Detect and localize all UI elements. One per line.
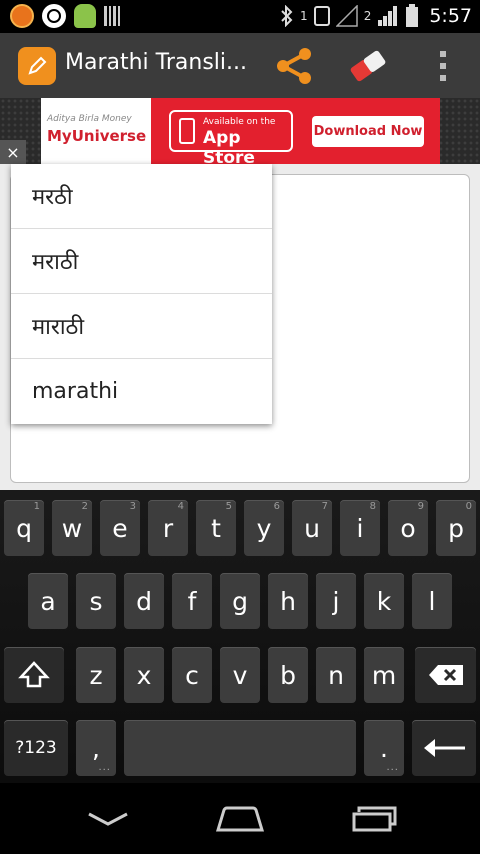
ad-download-button[interactable]: Download Now <box>312 116 424 147</box>
symbols-key[interactable]: ?123 <box>4 720 68 776</box>
ad-brand-small: Aditya Birla Money <box>47 114 132 124</box>
key-h[interactable]: h <box>268 573 308 629</box>
clear-button[interactable] <box>343 43 393 89</box>
enter-icon <box>424 739 465 757</box>
phone-sim-icon <box>313 6 330 26</box>
key-a[interactable]: a <box>28 573 68 629</box>
eraser-icon <box>350 50 386 82</box>
key-hint: 2 <box>81 501 88 512</box>
key-j[interactable]: j <box>316 573 356 629</box>
signal-empty-icon <box>335 5 358 27</box>
key-l[interactable]: l <box>412 573 452 629</box>
shift-key[interactable] <box>4 647 64 703</box>
app-title: Marathi Transli... <box>65 50 248 75</box>
suggestion-item[interactable]: मराठी <box>11 229 272 294</box>
barcode-icon <box>104 6 120 26</box>
key-t[interactable]: t5 <box>196 500 236 556</box>
ad-brand: MyUniverse <box>47 127 147 145</box>
share-button[interactable] <box>270 43 318 89</box>
key-c[interactable]: c <box>172 647 212 703</box>
overflow-menu-icon[interactable] <box>425 43 461 89</box>
suggestion-list: मरठी मराठी माराठी marathi <box>11 164 272 424</box>
app-pencil-icon[interactable] <box>18 47 56 85</box>
key-hint: 9 <box>417 501 424 512</box>
share-icon <box>277 48 311 84</box>
key-u[interactable]: u7 <box>292 500 332 556</box>
period-key[interactable]: .... <box>364 720 404 776</box>
key-hint: 3 <box>129 501 136 512</box>
key-i[interactable]: i8 <box>340 500 380 556</box>
suggestion-item[interactable]: marathi <box>11 359 272 424</box>
key-hint: 8 <box>369 501 376 512</box>
key-b[interactable]: b <box>268 647 308 703</box>
android-debug-icon <box>74 4 96 28</box>
key-d[interactable]: d <box>124 573 164 629</box>
key-q[interactable]: q1 <box>4 500 44 556</box>
recents-icon <box>352 806 397 832</box>
ad-banner-area: Aditya Birla Money MyUniverse Available … <box>0 98 480 168</box>
backspace-key[interactable] <box>415 647 476 703</box>
ad-close-button[interactable]: × <box>0 140 26 164</box>
signal-bars-icon <box>378 6 398 26</box>
whatsapp-icon <box>42 4 66 28</box>
key-hint: 5 <box>225 501 232 512</box>
ad-store-text: App Store <box>203 128 255 168</box>
bluetooth-icon <box>281 5 293 27</box>
key-z[interactable]: z <box>76 647 116 703</box>
recents-button[interactable] <box>345 801 405 837</box>
suggestion-item[interactable]: माराठी <box>11 294 272 359</box>
battery-icon <box>406 4 419 27</box>
comma-key[interactable]: ,... <box>76 720 116 776</box>
key-hint: 1 <box>33 501 40 512</box>
suggestion-item[interactable]: मरठी <box>11 164 272 229</box>
back-button[interactable] <box>78 801 138 837</box>
soft-keyboard: ?123 ,... .... q1w2e3r4t5y6u7i8o9p0 asdfg… <box>0 490 480 783</box>
ad-available-text: Available on the <box>203 117 276 127</box>
sim1-label: 1 <box>300 9 308 23</box>
shift-icon <box>18 661 50 688</box>
ad-banner[interactable]: Aditya Birla Money MyUniverse Available … <box>41 98 440 168</box>
key-hint: 7 <box>321 501 328 512</box>
key-r[interactable]: r4 <box>148 500 188 556</box>
key-e[interactable]: e3 <box>100 500 140 556</box>
key-hint: 6 <box>273 501 280 512</box>
screen: 1 2 5:57 Marathi Transli... Aditya Birla… <box>0 0 480 854</box>
sim2-label: 2 <box>363 9 372 23</box>
status-time: 5:57 <box>429 5 472 27</box>
backspace-icon <box>428 665 463 685</box>
notification-app-icon <box>10 4 34 28</box>
enter-key[interactable] <box>412 720 476 776</box>
key-m[interactable]: m <box>364 647 404 703</box>
home-icon <box>215 806 265 832</box>
space-key[interactable] <box>124 720 356 776</box>
key-hint: 0 <box>465 501 472 512</box>
key-f[interactable]: f <box>172 573 212 629</box>
key-p[interactable]: p0 <box>436 500 476 556</box>
key-g[interactable]: g <box>220 573 260 629</box>
key-o[interactable]: o9 <box>388 500 428 556</box>
home-button[interactable] <box>210 801 270 837</box>
phone-icon <box>179 118 195 144</box>
key-w[interactable]: w2 <box>52 500 92 556</box>
key-v[interactable]: v <box>220 647 260 703</box>
key-hint: 4 <box>177 501 184 512</box>
key-k[interactable]: k <box>364 573 404 629</box>
ad-app-store-badge[interactable]: Available on the App Store <box>169 110 293 168</box>
status-bar: 1 2 5:57 <box>0 0 480 33</box>
key-y[interactable]: y6 <box>244 500 284 556</box>
action-bar: Marathi Transli... <box>0 33 480 98</box>
key-x[interactable]: x <box>124 647 164 703</box>
back-icon <box>88 812 128 826</box>
key-s[interactable]: s <box>76 573 116 629</box>
navigation-bar <box>0 783 480 854</box>
key-n[interactable]: n <box>316 647 356 703</box>
